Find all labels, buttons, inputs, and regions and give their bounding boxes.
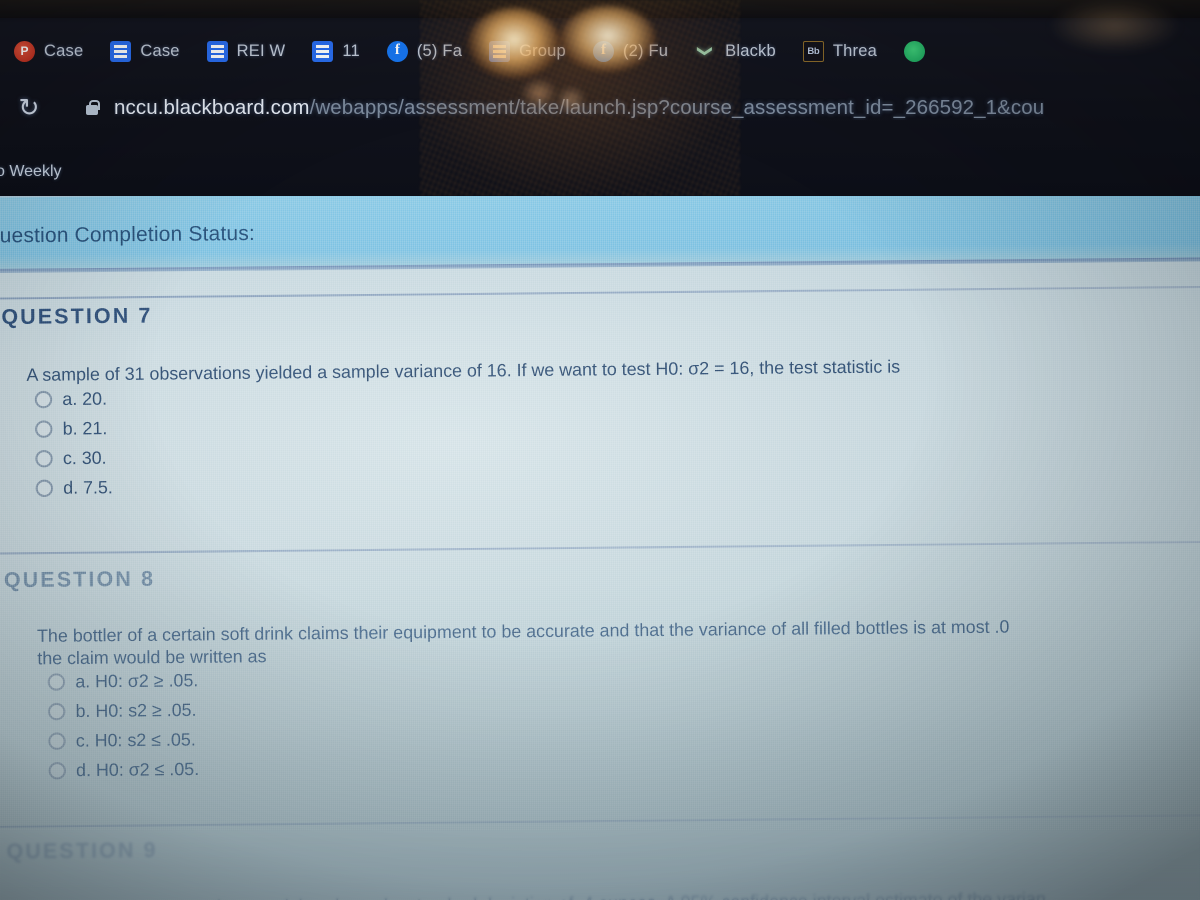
tab-label: Case [44,41,84,60]
tab-label: Group [519,41,566,60]
question-8-option-c[interactable]: c. H0: s2 ≤ .05. [48,725,199,756]
option-label: a. 20. [62,388,108,410]
browser-tab-thread[interactable]: Bb Threa [789,28,890,74]
browser-tab-facebook-2[interactable]: f (2) Fu [579,28,681,74]
url-path: /webapps/assessment/take/launch.jsp?cour… [309,96,1045,119]
question-7-title: QUESTION 7 [1,304,153,330]
radio-button-icon[interactable] [35,449,53,468]
option-label: d. H0: σ2 ≤ .05. [76,758,200,781]
browser-tab-blackboard[interactable]: Blackb [681,28,789,74]
question-7-options[interactable]: a. 20. b. 21. c. 30. d. 7.5. [34,384,113,503]
question-completion-status-bar: Question Completion Status: [0,196,1200,270]
browser-tab-case-doc[interactable]: Case [96,28,192,74]
google-docs-icon [206,40,228,62]
facebook-icon: f [592,40,614,62]
question-7-option-d[interactable]: d. 7.5. [35,473,113,503]
tab-label: (2) Fu [622,41,669,60]
blackboard-leaf-icon [695,41,716,62]
tab-label: 11 [342,41,360,60]
question-8-title: QUESTION 8 [3,567,156,593]
question-8-option-b[interactable]: b. H0: s2 ≥ .05. [47,695,199,726]
question-8-options[interactable]: a. H0: σ2 ≥ .05. b. H0: s2 ≥ .05. c. H0:… [47,666,200,786]
option-label: b. H0: s2 ≥ .05. [75,699,197,722]
url-text[interactable]: nccu.blackboard.com/webapps/assessment/t… [114,96,1044,120]
bookmarks-bar[interactable]: o Weekly [0,150,1200,194]
url-host: nccu.blackboard.com [114,96,310,119]
browser-tab-strip[interactable]: P Case Case REI W 11 f (5) Fa Group f (2… [0,28,1200,74]
google-docs-icon [489,40,511,62]
question-7-body: A sample of 31 observations yielded a sa… [26,356,901,385]
tab-label: REI W [236,41,286,60]
question-7-option-c[interactable]: c. 30. [35,443,112,473]
blackboard-assessment-page: Question Completion Status: QUESTION 7 A… [0,196,1200,900]
option-label: c. 30. [62,447,107,469]
question-7-option-a[interactable]: a. 20. [34,384,112,414]
radio-button-icon[interactable] [35,420,53,438]
browser-address-bar[interactable]: ↻ nccu.blackboard.com/webapps/assessment… [0,84,1200,132]
question-divider [0,540,1200,555]
question-8-body: The bottler of a certain soft drink clai… [36,616,1010,646]
browser-tab-facebook-5[interactable]: f (5) Fa [373,28,475,74]
google-docs-icon [110,40,132,62]
question-8-option-d[interactable]: d. H0: σ2 ≤ .05. [48,755,199,786]
bookmark-item-weekly[interactable]: o Weekly [0,163,62,181]
question-9-body: A sample of 20 cans of tomato juice show… [40,887,1046,900]
photographed-screen: P Case Case REI W 11 f (5) Fa Group f (2… [0,0,1200,900]
tab-label: (5) Fa [416,41,463,60]
lock-icon[interactable] [84,99,100,117]
question-9-title: QUESTION 9 [6,838,158,864]
browser-tab-rei-w[interactable]: REI W [193,28,299,74]
radio-button-icon[interactable] [48,761,67,780]
browser-tab-case-ppt[interactable]: P Case [0,28,96,74]
radio-button-icon[interactable] [35,479,54,498]
browser-tab-extra[interactable] [890,28,947,74]
option-label: c. H0: s2 ≤ .05. [75,729,196,751]
tab-label: Threa [832,41,877,60]
option-label: d. 7.5. [63,476,113,498]
facebook-icon: f [386,40,408,62]
browser-tab-11[interactable]: 11 [298,28,373,74]
option-label: a. H0: σ2 ≥ .05. [75,669,199,692]
question-divider [0,814,1200,828]
browser-tab-group[interactable]: Group [475,28,579,74]
tab-label: Case [140,41,180,60]
question-8-option-a[interactable]: a. H0: σ2 ≥ .05. [47,666,199,697]
question-divider [0,285,1200,300]
question-7-option-b[interactable]: b. 21. [35,414,112,444]
powerpoint-icon: P [14,40,35,62]
tab-label: Blackb [725,41,776,60]
radio-button-icon[interactable] [47,702,66,721]
green-dot-icon [904,40,925,62]
monitor-bezel [0,0,1200,18]
google-docs-icon [312,40,334,62]
radio-button-icon[interactable] [34,390,53,409]
browser-chrome: P Case Case REI W 11 f (5) Fa Group f (2… [0,0,1200,196]
radio-button-icon[interactable] [48,732,66,750]
question-completion-status-label: Question Completion Status: [0,221,256,248]
blackboard-bb-icon: Bb [802,40,824,62]
radio-button-icon[interactable] [47,673,66,691]
option-label: b. 21. [62,417,108,439]
reload-icon[interactable]: ↻ [12,91,46,125]
